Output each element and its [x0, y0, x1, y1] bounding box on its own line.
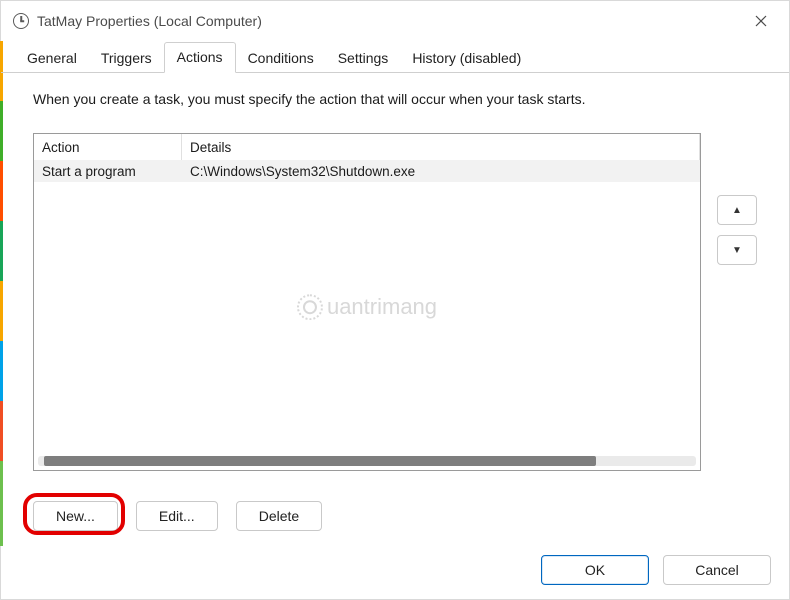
new-button[interactable]: New... [33, 501, 118, 531]
tab-strip: General Triggers Actions Conditions Sett… [1, 41, 789, 73]
column-header-action[interactable]: Action [34, 134, 182, 160]
chevron-up-icon: ▲ [732, 205, 742, 216]
tab-actions[interactable]: Actions [164, 42, 236, 73]
actions-table[interactable]: Action Details Start a program C:\Window… [33, 133, 701, 471]
tab-settings[interactable]: Settings [326, 44, 401, 73]
watermark-text: uantrimang [327, 294, 437, 320]
column-header-details[interactable]: Details [182, 134, 700, 160]
delete-button[interactable]: Delete [236, 501, 322, 531]
reorder-buttons: ▲ ▼ [717, 195, 757, 265]
new-button-highlight-wrap: New... [33, 501, 118, 531]
ok-button[interactable]: OK [541, 555, 649, 585]
tab-content-actions: When you create a task, you must specify… [15, 77, 775, 545]
edit-button[interactable]: Edit... [136, 501, 218, 531]
action-buttons-row: New... Edit... Delete [33, 501, 322, 531]
left-color-stripe [0, 41, 3, 546]
cell-action: Start a program [34, 164, 182, 179]
tab-conditions[interactable]: Conditions [236, 44, 326, 73]
clock-icon [13, 13, 29, 29]
cell-details: C:\Windows\System32\Shutdown.exe [182, 164, 700, 179]
chevron-down-icon: ▼ [732, 245, 742, 256]
cancel-button[interactable]: Cancel [663, 555, 771, 585]
tab-general[interactable]: General [15, 44, 89, 73]
close-button[interactable] [741, 6, 781, 36]
watermark: uantrimang [297, 294, 437, 320]
watermark-icon [297, 294, 323, 320]
table-body: Start a program C:\Windows\System32\Shut… [34, 160, 700, 182]
tab-history[interactable]: History (disabled) [400, 44, 533, 73]
properties-dialog: TatMay Properties (Local Computer) Gener… [0, 0, 790, 600]
table-header: Action Details [34, 134, 700, 160]
titlebar: TatMay Properties (Local Computer) [1, 1, 789, 41]
horizontal-scrollbar[interactable] [38, 456, 696, 466]
tab-triggers[interactable]: Triggers [89, 44, 164, 73]
window-title: TatMay Properties (Local Computer) [37, 13, 741, 29]
move-up-button[interactable]: ▲ [717, 195, 757, 225]
close-icon [755, 15, 767, 27]
move-down-button[interactable]: ▼ [717, 235, 757, 265]
scrollbar-thumb[interactable] [44, 456, 596, 466]
instruction-text: When you create a task, you must specify… [15, 77, 775, 125]
table-row[interactable]: Start a program C:\Windows\System32\Shut… [34, 160, 700, 182]
dialog-footer: OK Cancel [541, 555, 771, 585]
